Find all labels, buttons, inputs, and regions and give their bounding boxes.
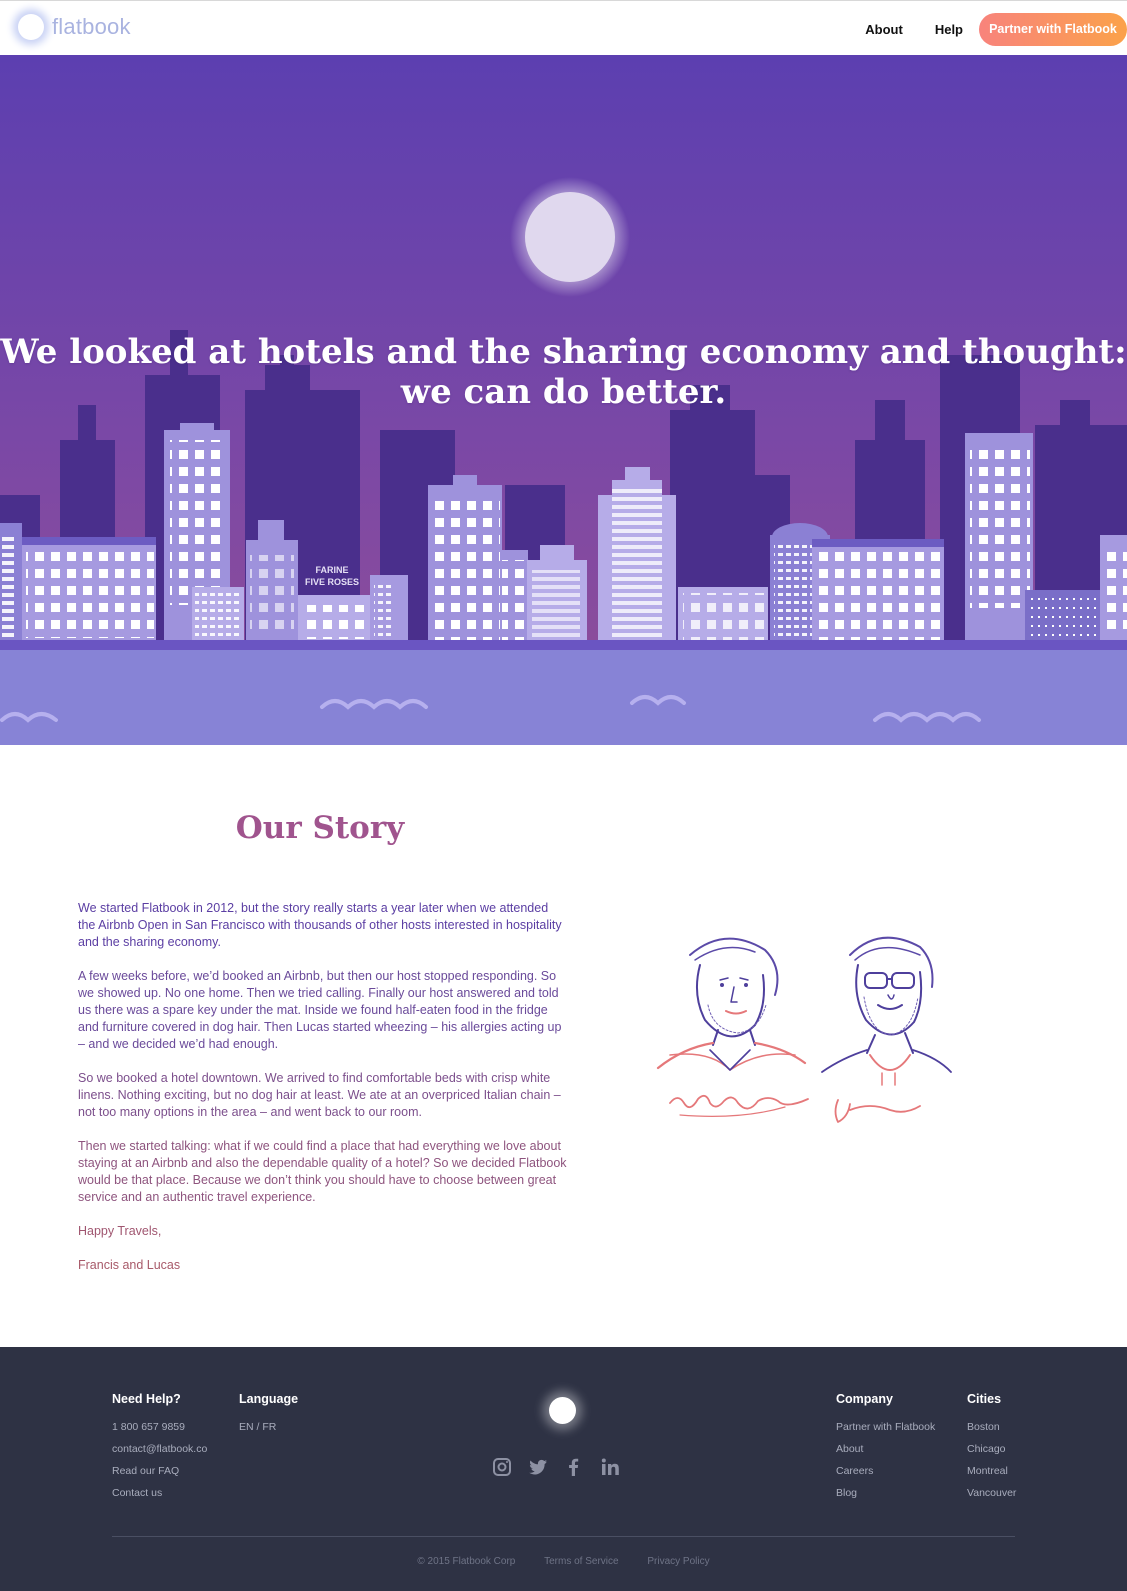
city-link-chicago[interactable]: Chicago [967,1442,1016,1456]
contact-link[interactable]: Contact us [112,1486,207,1500]
linkedin-icon[interactable] [600,1457,620,1477]
city-link-montreal[interactable]: Montreal [967,1464,1016,1478]
instagram-icon[interactable] [492,1457,512,1477]
founders-portraits [650,925,970,1160]
language-heading: Language [239,1392,299,1406]
footer-moon-icon [549,1397,576,1424]
copyright-text: © 2015 Flatbook Corp [417,1556,516,1567]
nav-help-link[interactable]: Help [935,22,963,37]
hero-title: We looked at hotels and the sharing econ… [0,332,1127,412]
nav-about-link[interactable]: About [865,22,903,37]
site-footer: Need Help? 1 800 657 9859 contact@flatbo… [0,1347,1127,1591]
footer-about-link[interactable]: About [836,1442,935,1456]
hero-title-line2: we can do better. [400,372,727,412]
founders-illustration [656,936,952,1123]
story-paragraph: We started Flatbook in 2012, but the sto… [78,901,562,949]
our-story-title: Our Story [235,810,405,846]
footer-language: Language EN / FR [239,1392,298,1442]
moon [525,192,615,282]
facebook-icon[interactable] [564,1457,584,1477]
partner-button[interactable]: Partner with Flatbook [979,13,1127,46]
story-paragraph: Then we started talking: what if we coul… [78,1139,567,1204]
city-link-boston[interactable]: Boston [967,1420,1016,1434]
story-signature-names: Francis and Lucas [78,1258,181,1272]
main-nav: About Help Partner with Flatbook [865,13,1127,46]
story-paragraph: A few weeks before, we’d booked an Airbn… [78,969,562,1051]
footer-partner-link[interactable]: Partner with Flatbook [836,1420,935,1434]
city-link-vancouver[interactable]: Vancouver [967,1486,1016,1500]
lucas-signature [834,1099,921,1123]
logo-text: flatbook [52,14,131,39]
hero-title-line1: We looked at hotels and the sharing econ… [0,332,1127,372]
twitter-icon[interactable] [528,1457,548,1477]
moon-logo-icon [18,14,44,40]
footer-divider [112,1536,1015,1537]
privacy-link[interactable]: Privacy Policy [647,1556,709,1567]
farine-sign-line1: FARINE [315,565,348,575]
company-heading: Company [836,1392,893,1406]
footer-careers-link[interactable]: Careers [836,1464,935,1478]
francis-signature [669,1094,809,1110]
hero-banner: FARINE FIVE ROSES We looked at hotels an… [0,55,1127,745]
site-header: flatbook About Help Partner with Flatboo… [0,0,1127,55]
footer-blog-link[interactable]: Blog [836,1486,935,1500]
francis-portrait [656,937,807,1071]
social-links [492,1457,636,1477]
phone-link[interactable]: 1 800 657 9859 [112,1420,207,1434]
cities-heading: Cities [967,1392,1002,1406]
terms-link[interactable]: Terms of Service [544,1556,618,1567]
lucas-portrait [821,936,952,1086]
language-switcher[interactable]: EN / FR [239,1420,298,1434]
story-paragraph: So we booked a hotel downtown. We arrive… [78,1071,561,1119]
footer-company: Company Partner with Flatbook About Care… [836,1392,935,1508]
story-text: We started Flatbook in 2012, but the sto… [78,900,568,1291]
faq-link[interactable]: Read our FAQ [112,1464,207,1478]
farine-sign-line2: FIVE ROSES [305,577,359,587]
email-link[interactable]: contact@flatbook.co [112,1442,207,1456]
footer-need-help: Need Help? 1 800 657 9859 contact@flatbo… [112,1392,207,1508]
logo[interactable]: flatbook [18,14,131,40]
footer-cities: Cities Boston Chicago Montreal Vancouver [967,1392,1016,1508]
need-help-heading: Need Help? [112,1392,181,1406]
footer-legal: © 2015 Flatbook Corp Terms of Service Pr… [0,1556,1127,1567]
story-signoff: Happy Travels, [78,1224,162,1238]
